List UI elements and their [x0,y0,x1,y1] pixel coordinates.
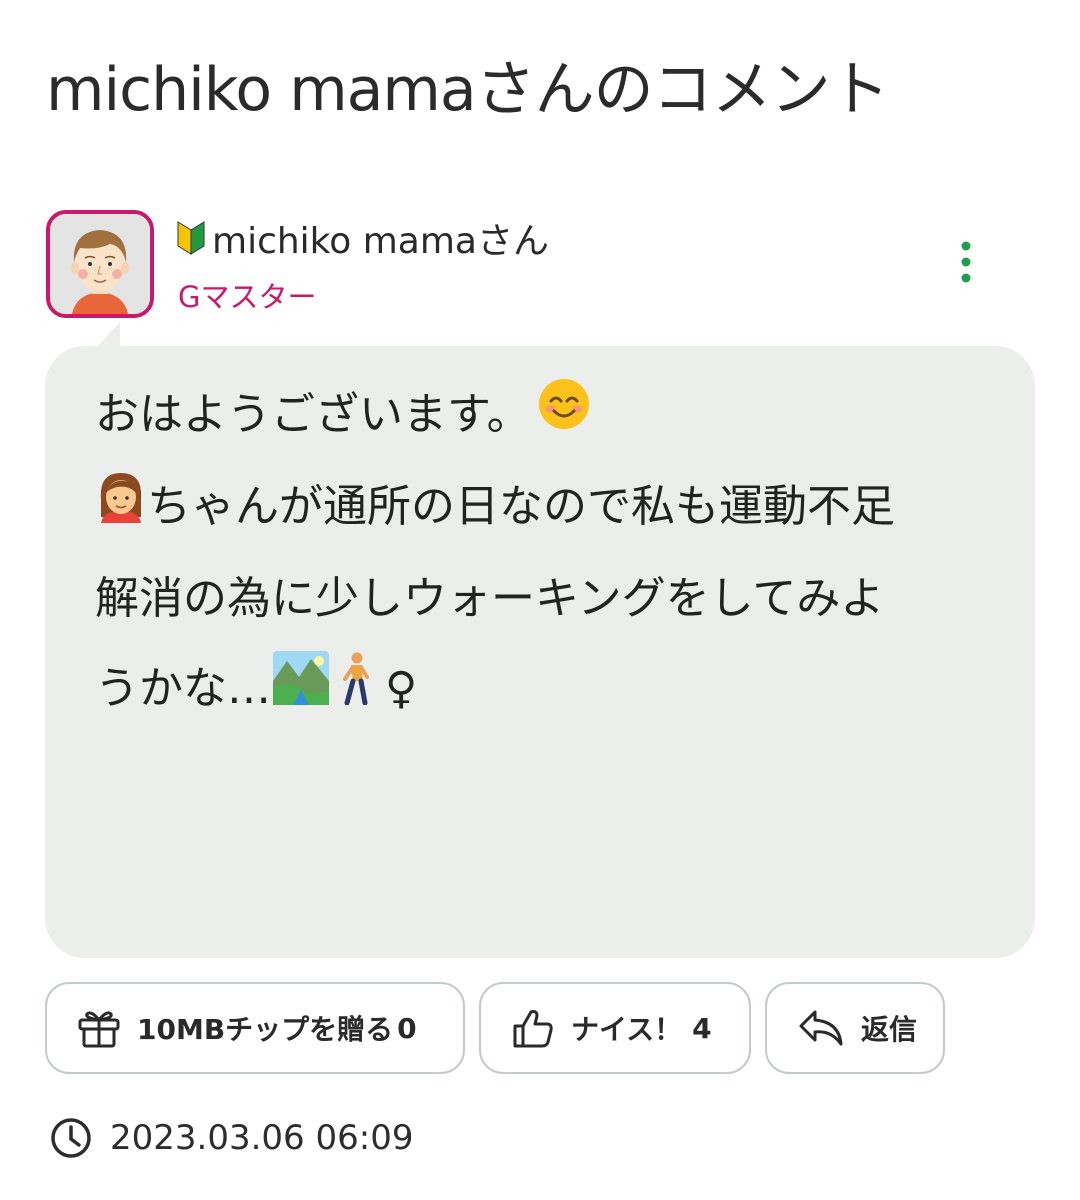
comment-text: おはようございます。 [95,389,531,440]
page-title: michiko mamaさんのコメント [46,55,890,125]
clock-icon [50,1117,92,1159]
bubble-tail [96,322,120,348]
comment-line-2: ちゃんが通所の日なので私も運動不足 [95,462,995,554]
reply-button[interactable]: 返信 [765,982,945,1074]
comment-text: ちゃんが通所の日なので私も運動不足 [147,481,895,532]
woman-emoji-icon [95,464,147,554]
person-walking-emoji-icon [335,646,375,736]
female-sign-icon: ♀ [385,663,418,714]
more-options-icon[interactable] [946,238,986,286]
comment-timestamp: 2023.03.06 06:09 [50,1114,413,1162]
nice-count: 4 [692,1011,712,1045]
comment-text: うかな… [95,663,271,714]
comment-bubble: おはようございます。 ちゃんが通所の日なので私も運動不足 解消の為に少しウォーキ… [45,346,1035,958]
timestamp-text: 2023.03.06 06:09 [110,1118,414,1158]
smiling-face-emoji-icon [537,372,591,462]
nice-label: ナイス！ [571,1013,683,1046]
reply-label: 返信 [861,1013,918,1046]
username-line[interactable]: michiko mamaさん [176,214,549,262]
national-park-emoji-icon [273,646,329,736]
comment-actions: 10MBチップを贈る 0 ナイス！ 4 返信 [45,982,945,1074]
comment-line-3: 解消の為に少しウォーキングをしてみよ [95,573,885,624]
comment-author-row: michiko mamaさん Gマスター [46,210,1036,320]
gift-icon [77,1008,121,1048]
username[interactable]: michiko mamaさん [212,212,549,264]
nice-button[interactable]: ナイス！ 4 [479,982,751,1074]
gift-count: 0 [397,1011,417,1045]
beginner-mark-icon [176,220,206,256]
user-rank-label: Gマスター [178,280,317,314]
gift-chip-button[interactable]: 10MBチップを贈る 0 [45,982,465,1074]
gift-label: 10MBチップを贈る [137,1013,394,1046]
avatar[interactable] [46,210,154,318]
comment-line-1: おはようございます。 [95,370,995,462]
comment-line-4: うかな… ♀ [95,644,995,736]
avatar-illustration-icon [50,214,150,314]
reply-icon [797,1008,845,1048]
thumbs-up-icon [511,1006,555,1050]
